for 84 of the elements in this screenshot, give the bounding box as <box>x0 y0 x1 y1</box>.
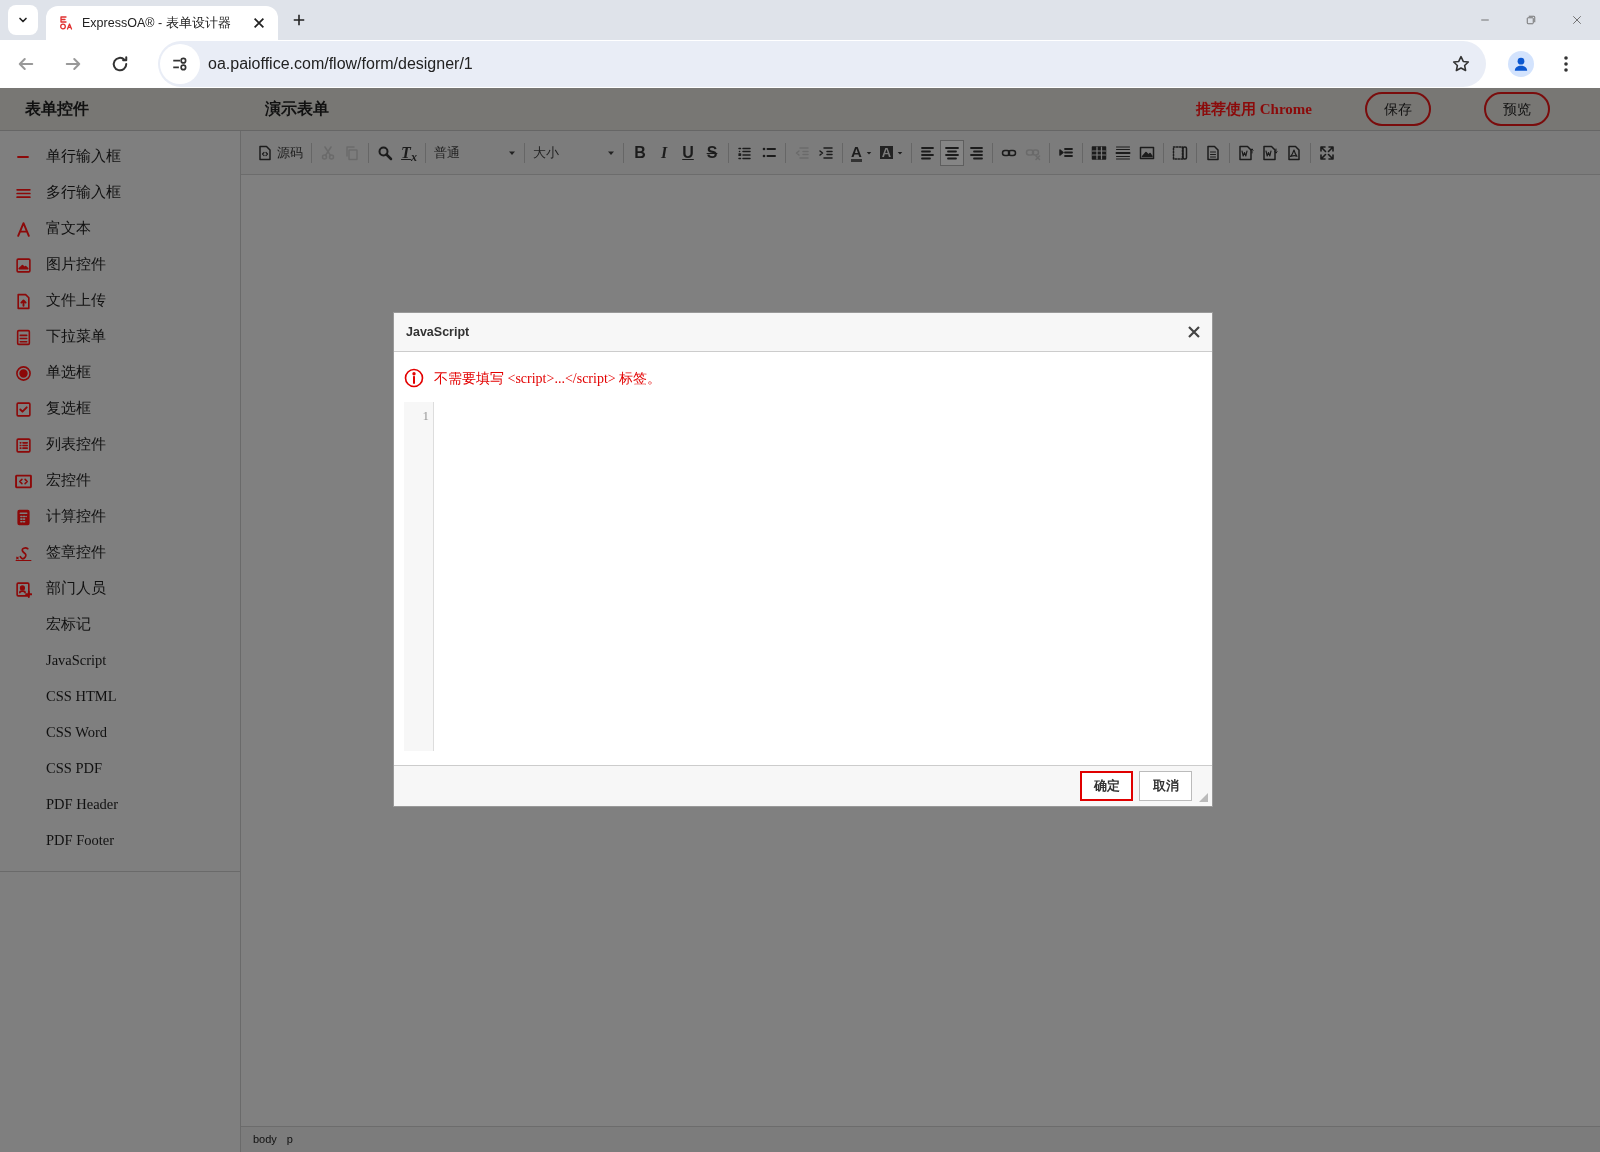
control-type-icon <box>14 364 32 382</box>
sidebar-item[interactable]: 复选框 <box>46 398 91 420</box>
sidebar-item[interactable]: PDF Footer <box>46 830 115 852</box>
dialog-title: JavaScript <box>406 323 470 341</box>
sidebar-item[interactable]: CSS PDF <box>46 758 103 780</box>
indent-icon <box>818 144 834 161</box>
page-icon <box>1205 144 1222 161</box>
word-export-icon <box>1262 144 1279 161</box>
background-color-button[interactable]: A <box>875 139 908 166</box>
sidebar-item[interactable]: 列表控件 <box>46 434 106 456</box>
new-tab-icon[interactable] <box>292 13 306 27</box>
url-text: oa.paioffice.com/flow/form/designer/1 <box>208 54 474 74</box>
sidebar-item[interactable]: 文件上传 <box>46 290 106 312</box>
sidebar-item[interactable]: JavaScript <box>46 650 107 672</box>
maximize-icon <box>1319 144 1336 161</box>
caret-icon <box>865 149 872 156</box>
italic-button[interactable]: I <box>652 139 676 166</box>
sidebar-item[interactable]: CSS HTML <box>46 686 117 708</box>
control-type-icon <box>14 580 32 598</box>
word-import-icon <box>1238 144 1255 161</box>
control-type-icon <box>14 292 32 310</box>
sidebar-item[interactable]: 单选框 <box>46 362 91 384</box>
sidebar-item[interactable]: PDF Header <box>46 794 119 816</box>
align-right-icon <box>968 144 985 161</box>
sidebar-item[interactable]: 签章控件 <box>46 542 106 564</box>
sidebar-item[interactable]: 宏标记 <box>46 614 91 636</box>
line-number: 1 <box>422 407 429 425</box>
address-bar[interactable]: oa.paioffice.com/flow/form/designer/1 <box>158 41 1486 87</box>
browser-recommendation: 推荐使用 Chrome <box>1196 99 1312 119</box>
horizontal-line-icon <box>1115 144 1132 161</box>
close-tab-icon[interactable] <box>252 16 266 30</box>
sidebar-item[interactable]: 多行输入框 <box>46 182 121 204</box>
control-type-icon <box>14 436 32 454</box>
table-icon <box>1091 144 1108 161</box>
control-type-icon <box>14 328 32 346</box>
confirm-button[interactable]: 确定 <box>1080 771 1133 801</box>
sidebar-item[interactable]: 单行输入框 <box>46 146 121 168</box>
control-type-icon <box>14 256 32 274</box>
bookmark-star-icon[interactable] <box>1452 55 1470 73</box>
source-code-button[interactable]: 源码 <box>253 139 307 166</box>
sidebar-item[interactable]: 下拉菜单 <box>46 326 106 348</box>
align-left-icon <box>920 144 937 161</box>
info-icon <box>404 368 424 388</box>
resize-grip-icon <box>1199 793 1208 802</box>
control-type-icon <box>14 220 32 238</box>
element-path-item[interactable]: p <box>286 1131 293 1148</box>
bold-button[interactable]: B <box>628 139 652 166</box>
sidebar-item[interactable]: 图片控件 <box>46 254 106 276</box>
format-dropdown[interactable]: 普通 <box>430 139 520 166</box>
control-type-icon <box>14 400 32 418</box>
sidebar-item[interactable]: 宏控件 <box>46 470 91 492</box>
element-path-item[interactable]: body <box>253 1131 277 1148</box>
underline-button[interactable]: U <box>676 139 700 166</box>
source-code-icon <box>257 144 273 161</box>
remove-format-button[interactable]: T$_{x}$ <box>397 139 421 166</box>
cancel-button[interactable]: 取消 <box>1139 771 1192 801</box>
control-type-icon <box>14 508 32 526</box>
site-info-icon[interactable] <box>160 44 200 84</box>
caret-icon <box>897 149 904 156</box>
browser-tab[interactable]: ExpressOA® - 表单设计器 <box>46 6 278 40</box>
reload-icon[interactable] <box>110 54 130 74</box>
strikethrough-button[interactable]: S <box>700 139 724 166</box>
pdf-icon <box>1286 144 1303 161</box>
align-center-icon <box>944 144 961 161</box>
sidebar-item[interactable]: 计算控件 <box>46 506 106 528</box>
save-button[interactable]: 保存 <box>1365 92 1431 126</box>
hint-text: 不需要填写 <script>...</script> 标签。 <box>434 369 662 388</box>
font-size-dropdown[interactable]: 大小 <box>529 139 619 166</box>
text-color-button[interactable]: A <box>847 139 876 166</box>
favicon-icon <box>58 15 74 31</box>
profile-avatar-icon[interactable] <box>1508 51 1534 77</box>
control-type-icon <box>14 472 32 490</box>
panel-title: 表单控件 <box>24 99 90 119</box>
form-title: 演示表单 <box>265 99 330 119</box>
sidebar-item[interactable]: 富文本 <box>46 218 91 240</box>
image-icon <box>1139 144 1156 161</box>
preview-button[interactable]: 预览 <box>1484 92 1550 126</box>
close-icon[interactable] <box>1188 326 1200 338</box>
find-icon <box>377 144 393 161</box>
sidebar-item[interactable]: 部门人员 <box>46 578 106 600</box>
control-type-icon <box>14 544 32 562</box>
sidebar-item[interactable]: CSS Word <box>46 722 108 744</box>
align-center-button[interactable] <box>940 139 965 166</box>
tab-title: ExpressOA® - 表单设计器 <box>82 14 232 32</box>
